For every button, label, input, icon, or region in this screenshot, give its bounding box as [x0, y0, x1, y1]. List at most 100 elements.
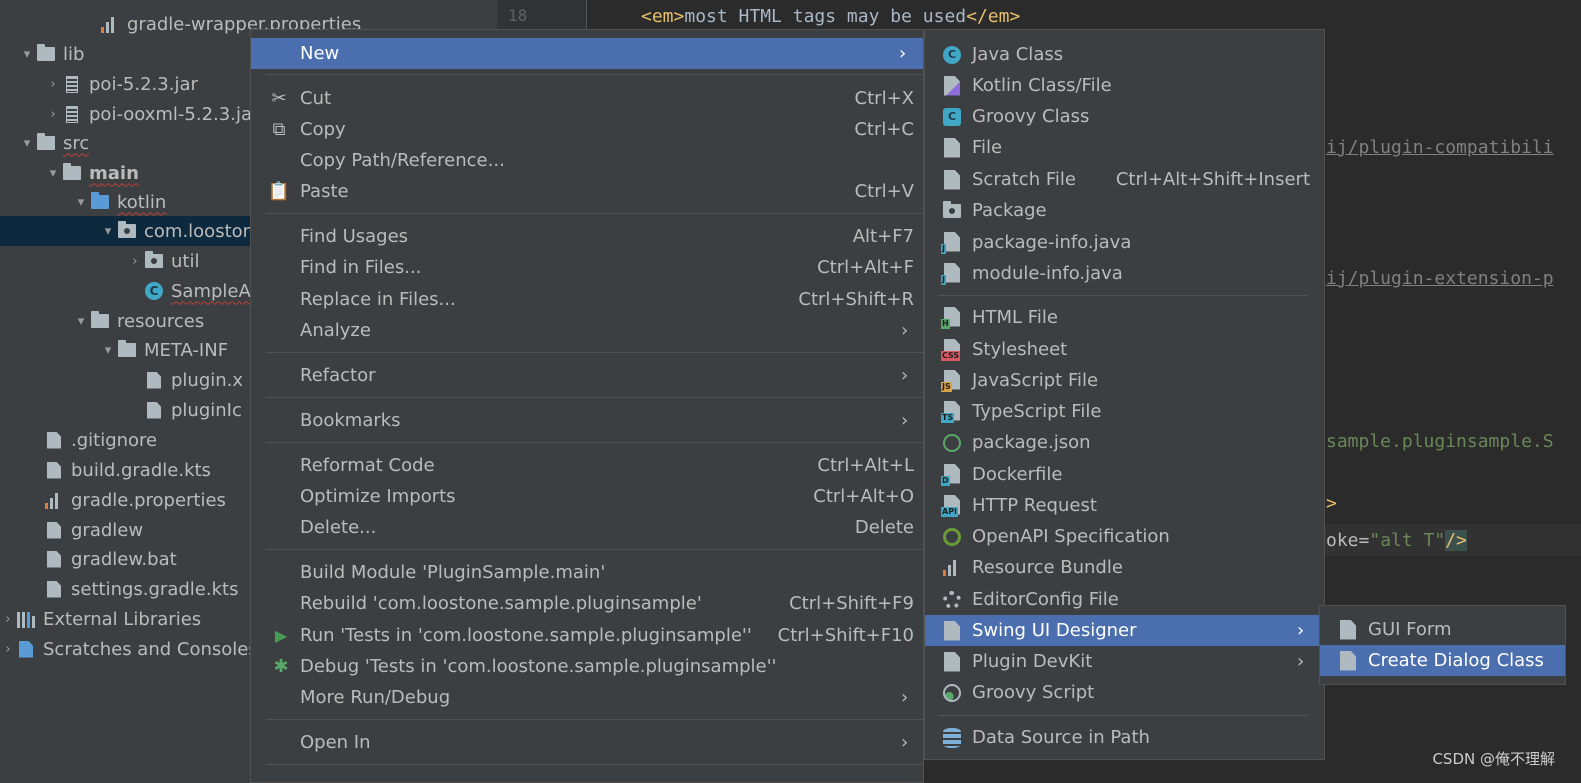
- new-javascript-file[interactable]: JS JavaScript File: [925, 365, 1324, 396]
- scratches-icon: [16, 640, 36, 658]
- new-swing-ui-designer[interactable]: Swing UI Designer ›: [925, 615, 1324, 646]
- folder-icon: [36, 133, 56, 152]
- menu-item-copy[interactable]: ⧉ Copy Ctrl+C: [251, 114, 923, 145]
- menu-item-debug[interactable]: ✱ Debug 'Tests in 'com.loostone.sample.p…: [251, 651, 923, 682]
- groovy-class-icon: C: [941, 106, 963, 128]
- css-file-icon: CSS: [941, 338, 963, 361]
- new-file[interactable]: File: [925, 132, 1324, 163]
- groovy-script-icon: [941, 682, 963, 704]
- chevron-down-icon[interactable]: ▾: [18, 136, 36, 151]
- menu-item-analyze[interactable]: Analyze ›: [251, 315, 923, 346]
- new-http-request[interactable]: API HTTP Request: [925, 490, 1324, 521]
- gradle-kts-icon: [44, 461, 64, 479]
- typescript-file-icon: TS: [941, 400, 963, 423]
- menu-item-refactor[interactable]: Refactor ›: [251, 360, 923, 391]
- menu-item-open-in[interactable]: Open In ›: [251, 727, 923, 758]
- kotlin-class-icon: C: [144, 282, 164, 300]
- code-line-18[interactable]: <em>most HTML tags may be used</em>: [641, 6, 1020, 27]
- menu-item-more-run-debug[interactable]: More Run/Debug ›: [251, 682, 923, 713]
- new-stylesheet[interactable]: CSS Stylesheet: [925, 334, 1324, 365]
- swing-ui-designer-submenu: GUI Form Create Dialog Class: [1319, 605, 1566, 685]
- line-number: 18: [508, 6, 528, 25]
- module-folder-icon: [62, 163, 82, 182]
- image-file-icon: [144, 401, 164, 419]
- chevron-down-icon[interactable]: ▾: [44, 166, 62, 181]
- chevron-right-icon[interactable]: ›: [44, 77, 62, 92]
- swing-gui-form[interactable]: GUI Form: [1320, 614, 1565, 645]
- separator: [938, 295, 1308, 296]
- new-scratch-file[interactable]: Scratch File Ctrl+Alt+Shift+Insert: [925, 164, 1324, 195]
- chevron-right-icon[interactable]: ›: [126, 254, 144, 269]
- new-groovy-class[interactable]: C Groovy Class: [925, 101, 1324, 132]
- new-data-source-in-path[interactable]: Data Source in Path: [925, 722, 1324, 753]
- code-link-compatibility[interactable]: ij/plugin-compatibili: [1326, 137, 1554, 158]
- menu-item-reformat-code[interactable]: Reformat Code Ctrl+Alt+L: [251, 450, 923, 481]
- chevron-right-icon: ›: [901, 687, 909, 708]
- api-file-icon: API: [941, 494, 963, 517]
- chevron-down-icon[interactable]: ▾: [18, 47, 36, 62]
- form-file-icon: [1337, 650, 1359, 672]
- chevron-right-icon[interactable]: ›: [0, 642, 16, 657]
- new-package[interactable]: Package: [925, 195, 1324, 226]
- menu-item-build-module[interactable]: Build Module 'PluginSample.main': [251, 557, 923, 588]
- new-dockerfile[interactable]: D Dockerfile: [925, 459, 1324, 490]
- menu-item-find-in-files[interactable]: Find in Files... Ctrl+Alt+F: [251, 252, 923, 283]
- new-plugin-devkit[interactable]: Plugin DevKit ›: [925, 646, 1324, 677]
- chevron-right-icon: ›: [901, 320, 909, 341]
- database-icon: [941, 727, 963, 749]
- new-module-info[interactable]: J module-info.java: [925, 258, 1324, 289]
- new-kotlin-class[interactable]: Kotlin Class/File: [925, 70, 1324, 101]
- menu-item-rebuild[interactable]: Rebuild 'com.loostone.sample.pluginsampl…: [251, 588, 923, 619]
- menu-item-find-usages[interactable]: Find Usages Alt+F7: [251, 221, 923, 252]
- swing-create-dialog-class[interactable]: Create Dialog Class: [1320, 645, 1565, 676]
- menu-item-delete[interactable]: Delete... Delete: [251, 512, 923, 543]
- code-class-name[interactable]: sample.pluginsample.S: [1326, 431, 1554, 452]
- menu-item-new[interactable]: New ›: [251, 38, 923, 69]
- chevron-right-icon[interactable]: ›: [0, 612, 16, 627]
- new-typescript-file[interactable]: TS TypeScript File: [925, 396, 1324, 427]
- new-html-file[interactable]: H HTML File: [925, 302, 1324, 333]
- menu-item-run[interactable]: ▶ Run 'Tests in 'com.loostone.sample.plu…: [251, 620, 923, 651]
- code-link-extension[interactable]: ij/plugin-extension-p: [1326, 268, 1554, 289]
- new-java-class[interactable]: C Java Class: [925, 39, 1324, 70]
- bat-file-icon: [44, 550, 64, 568]
- menu-item-cut[interactable]: ✂ Cut Ctrl+X: [251, 83, 923, 114]
- chevron-down-icon[interactable]: ▾: [72, 195, 90, 210]
- new-package-info[interactable]: J package-info.java: [925, 227, 1324, 258]
- menu-item-copy-path[interactable]: Copy Path/Reference...: [251, 145, 923, 176]
- scissors-icon: ✂: [271, 88, 287, 109]
- code-tag-close[interactable]: >: [1326, 493, 1337, 514]
- menu-item-paste[interactable]: 📋 Paste Ctrl+V: [251, 176, 923, 207]
- new-resource-bundle[interactable]: Resource Bundle: [925, 552, 1324, 583]
- menu-item-replace-in-files[interactable]: Replace in Files... Ctrl+Shift+R: [251, 284, 923, 315]
- menu-item-bookmarks[interactable]: Bookmarks ›: [251, 405, 923, 436]
- chevron-down-icon[interactable]: ▾: [99, 224, 117, 239]
- properties-file-icon: [100, 15, 120, 33]
- separator: [266, 764, 923, 765]
- chevron-down-icon[interactable]: ▾: [99, 343, 117, 358]
- chevron-right-icon[interactable]: ›: [44, 107, 62, 122]
- copy-icon: ⧉: [272, 119, 286, 140]
- openapi-icon: [941, 526, 963, 548]
- folder-icon: [36, 44, 56, 63]
- new-groovy-script[interactable]: Groovy Script: [925, 677, 1324, 708]
- separator: [266, 397, 923, 398]
- new-openapi-spec[interactable]: OpenAPI Specification: [925, 521, 1324, 552]
- menu-item-optimize-imports[interactable]: Optimize Imports Ctrl+Alt+O: [251, 481, 923, 512]
- chevron-down-icon[interactable]: ▾: [72, 314, 90, 329]
- context-menu: New › ✂ Cut Ctrl+X ⧉ Copy Ctrl+C Copy Pa…: [250, 29, 924, 783]
- separator: [266, 442, 923, 443]
- form-file-icon: [1337, 619, 1359, 641]
- separator: [266, 352, 923, 353]
- docker-file-icon: D: [941, 463, 963, 486]
- separator: [266, 549, 923, 550]
- scratch-file-icon: [941, 169, 963, 191]
- code-keystroke[interactable]: oke="alt T"/>: [1326, 530, 1467, 551]
- chevron-right-icon: ›: [901, 732, 909, 753]
- chevron-right-icon: ›: [1297, 651, 1305, 672]
- nodejs-icon: [941, 432, 963, 454]
- form-file-icon: [941, 620, 963, 642]
- new-editorconfig[interactable]: EditorConfig File: [925, 584, 1324, 615]
- new-package-json[interactable]: package.json: [925, 427, 1324, 458]
- properties-file-icon: [44, 491, 64, 509]
